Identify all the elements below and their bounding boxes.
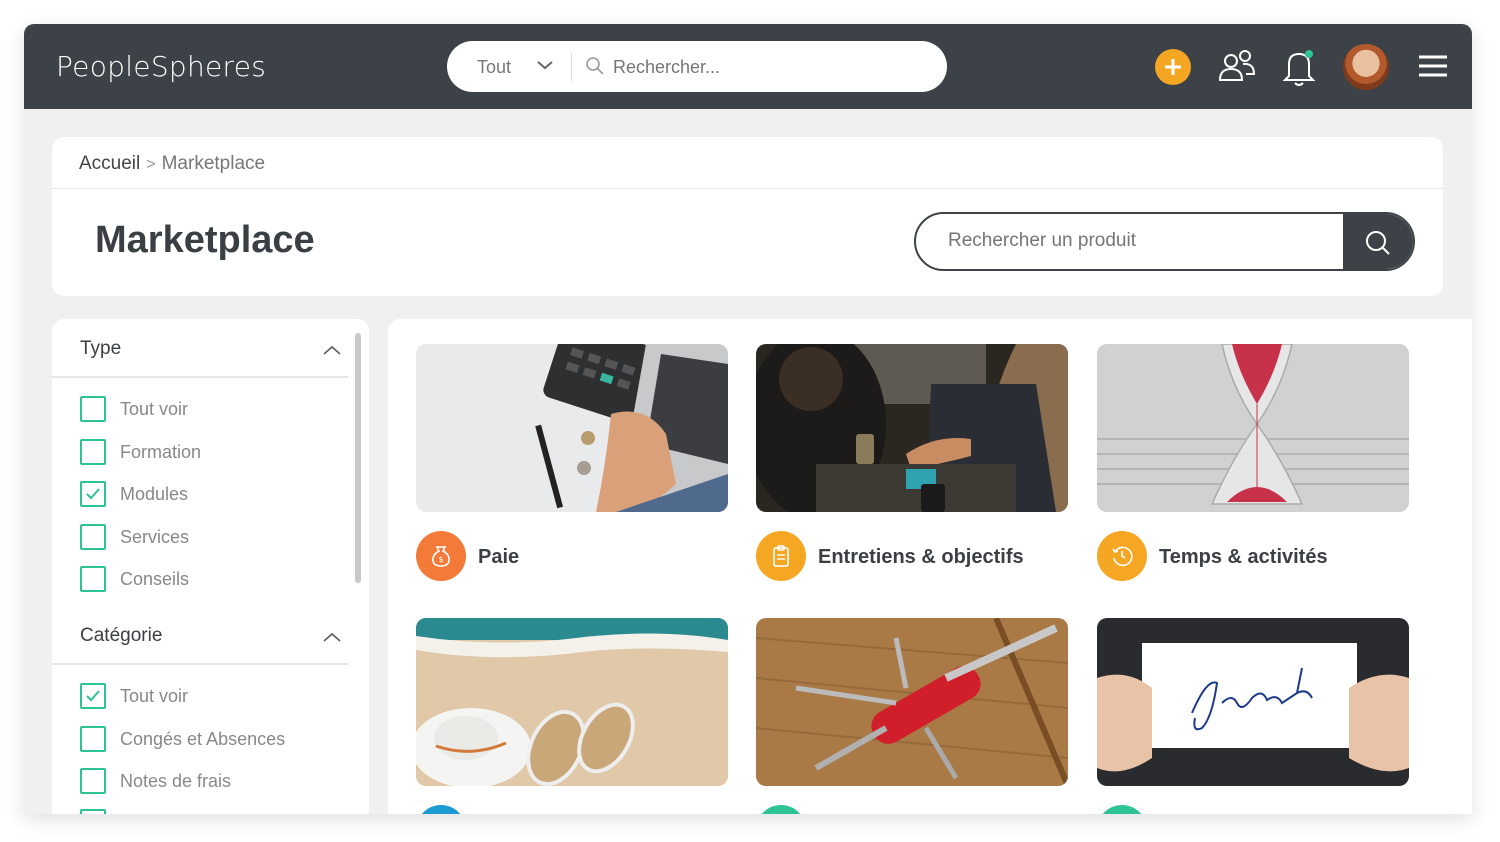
search-icon <box>586 57 604 75</box>
chevron-up-icon[interactable] <box>322 344 342 356</box>
filter-section-category-title[interactable]: Catégorie <box>80 625 162 647</box>
checkbox[interactable] <box>80 726 106 752</box>
top-navigation-bar: PeopleSpheres Tout <box>24 24 1472 109</box>
join-us-sign-illustration <box>1097 618 1409 786</box>
filter-type-formation[interactable]: Formation <box>80 439 340 465</box>
checkbox-checked[interactable] <box>80 481 106 507</box>
checkmark-icon <box>86 690 100 702</box>
history-clock-icon <box>1097 531 1147 581</box>
add-button[interactable] <box>1155 49 1191 85</box>
filter-label: Formation <box>120 442 202 462</box>
filter-type-modules[interactable]: Modules <box>80 481 340 507</box>
users-icon[interactable] <box>1216 46 1258 88</box>
category-dot-blue <box>416 805 466 814</box>
product-search <box>914 212 1415 271</box>
breadcrumb-home-link[interactable]: Accueil <box>79 153 140 174</box>
filter-type-tout-voir[interactable]: Tout voir <box>80 396 340 422</box>
checkbox[interactable] <box>80 396 106 422</box>
breadcrumb: Accueil > Marketplace <box>79 153 265 175</box>
filter-category-conges[interactable]: Congés et Absences <box>80 726 340 752</box>
money-bag-icon: $ <box>416 531 466 581</box>
global-search-bar: Tout <box>447 41 947 92</box>
filter-label: Conseils <box>120 569 190 589</box>
filter-label: Tout voir <box>120 399 189 419</box>
product-search-button[interactable] <box>1343 214 1413 269</box>
checkbox[interactable] <box>80 809 106 814</box>
product-image-calculator-laptop[interactable] <box>416 344 728 512</box>
svg-text:$: $ <box>438 555 443 564</box>
product-name[interactable]: Paie <box>478 546 519 569</box>
scrollbar[interactable] <box>355 333 361 583</box>
divider <box>571 53 572 81</box>
plus-icon <box>1165 59 1181 75</box>
filter-label: Congés et Absences <box>120 729 286 749</box>
clipboard-icon <box>756 531 806 581</box>
product-image-hourglass[interactable] <box>1097 344 1409 512</box>
filter-label: Tout voir <box>120 686 189 706</box>
breadcrumb-current: Marketplace <box>161 153 266 174</box>
product-name[interactable]: Entretiens & objectifs <box>818 546 1024 569</box>
filters-panel: Type Tout voir Formation Modules Service… <box>52 319 369 814</box>
breadcrumb-separator-icon: > <box>146 156 156 173</box>
filter-type-services[interactable]: Services <box>80 524 340 550</box>
product-grid: $ Paie Entretiens & objectifs Temps & ac… <box>388 319 1472 814</box>
filter-label: Services <box>120 527 190 547</box>
product-image-join-us-sign[interactable] <box>1097 618 1409 786</box>
search-scope-select[interactable]: Tout <box>477 57 511 78</box>
filter-section-type-title[interactable]: Type <box>80 338 121 360</box>
search-icon <box>1366 231 1390 255</box>
filter-category-notes-de-frais[interactable]: Notes de frais <box>80 768 340 794</box>
divider <box>52 188 1443 189</box>
handshake-illustration <box>756 344 1068 512</box>
page-header: Accueil > Marketplace Marketplace <box>52 137 1443 296</box>
calculator-laptop-illustration <box>416 344 728 512</box>
product-image-swiss-army-knife[interactable] <box>756 618 1068 786</box>
filter-category-partial[interactable] <box>80 809 340 814</box>
category-dot-green <box>756 805 806 814</box>
filter-type-conseils[interactable]: Conseils <box>80 566 340 592</box>
hamburger-menu-icon[interactable] <box>1419 54 1447 78</box>
beach-hat-sandals-illustration <box>416 618 728 786</box>
filter-label: Modules <box>120 484 189 504</box>
checkbox[interactable] <box>80 524 106 550</box>
page-title: Marketplace <box>95 219 315 261</box>
chevron-down-icon[interactable] <box>535 58 555 72</box>
product-image-handshake[interactable] <box>756 344 1068 512</box>
user-avatar[interactable] <box>1341 42 1391 92</box>
checkbox-checked[interactable] <box>80 683 106 709</box>
global-search-input[interactable] <box>613 57 913 78</box>
product-image-beach-hat-sandals[interactable] <box>416 618 728 786</box>
swiss-army-knife-illustration <box>756 618 1068 786</box>
checkbox[interactable] <box>80 566 106 592</box>
checkbox[interactable] <box>80 768 106 794</box>
notification-bell-icon[interactable] <box>1281 46 1317 88</box>
filter-category-tout-voir[interactable]: Tout voir <box>80 683 340 709</box>
logo[interactable]: PeopleSpheres <box>56 50 266 83</box>
product-name[interactable]: Temps & activités <box>1159 546 1328 569</box>
divider <box>52 376 348 378</box>
filter-label: Notes de frais <box>120 771 232 791</box>
category-dot-green <box>1097 805 1147 814</box>
checkbox[interactable] <box>80 439 106 465</box>
hourglass-illustration <box>1097 344 1409 512</box>
checkmark-icon <box>86 488 100 500</box>
app-window: PeopleSpheres Tout Rechercher... Accueil… <box>24 24 1472 814</box>
chevron-up-icon[interactable] <box>322 631 342 643</box>
product-search-input[interactable] <box>948 230 1328 252</box>
divider <box>52 663 348 665</box>
